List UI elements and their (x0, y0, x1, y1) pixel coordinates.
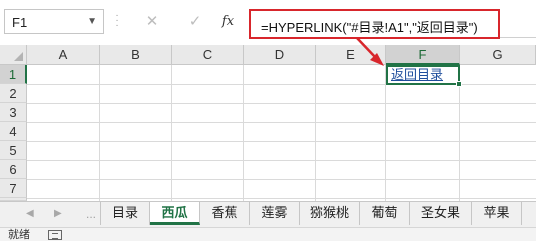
status-bar: 就绪 (0, 227, 536, 241)
sheet-tab-index[interactable]: 目录 (100, 202, 150, 225)
name-box[interactable]: F1 ▼ (4, 9, 104, 34)
drag-handle-icon[interactable]: · · · (113, 11, 121, 31)
gridline (99, 65, 100, 201)
status-text: 就绪 (8, 229, 30, 241)
gridline (27, 122, 536, 123)
sheet-tab-bar: ◀ ▶ ... 目录 西瓜 香蕉 莲雾 猕猴桃 葡萄 圣女果 苹果 (0, 201, 536, 227)
sheet-tab-grape[interactable]: 葡萄 (360, 202, 410, 225)
scroll-tabs-right-icon[interactable]: ▶ (54, 208, 62, 219)
name-box-value: F1 (12, 15, 28, 30)
more-tabs-icon[interactable]: ... (86, 207, 96, 221)
gridline (315, 65, 316, 201)
column-header-a[interactable]: A (27, 45, 100, 65)
scroll-tabs-left-icon[interactable]: ◀ (26, 208, 34, 219)
hyperlink-back-to-index[interactable]: 返回目录 (391, 67, 443, 83)
column-header-b[interactable]: B (100, 45, 172, 65)
chevron-down-icon[interactable]: ▼ (87, 16, 97, 27)
gridline (171, 65, 172, 201)
column-header-g[interactable]: G (460, 45, 536, 65)
insert-function-icon[interactable]: fx (215, 9, 241, 34)
gridline (27, 103, 536, 104)
gridline (385, 65, 386, 201)
row-header-7[interactable]: 7 (0, 179, 27, 198)
row-header-2[interactable]: 2 (0, 84, 27, 103)
row-header-3[interactable]: 3 (0, 103, 27, 122)
select-all-triangle-icon (14, 52, 23, 61)
enter-icon[interactable]: ✓ (182, 9, 208, 34)
column-header-d[interactable]: D (244, 45, 316, 65)
formula-text: =HYPERLINK("#目录!A1","返回目录") (261, 20, 478, 35)
gridline (27, 141, 536, 142)
row-header-1[interactable]: 1 (0, 65, 27, 84)
gridline (243, 65, 244, 201)
spreadsheet-grid: A B C D E F G 1 2 3 4 5 6 7 返回目录 (0, 45, 536, 201)
macro-recording-icon[interactable] (48, 230, 62, 240)
fill-handle[interactable] (456, 81, 462, 87)
column-header-f[interactable]: F (386, 45, 460, 65)
sheet-tab-apple[interactable]: 苹果 (472, 202, 522, 225)
formula-input[interactable]: =HYPERLINK("#目录!A1","返回目录") (249, 9, 500, 39)
cell-f1[interactable]: 返回目录 (386, 65, 462, 87)
gridline (27, 160, 536, 161)
column-header-e[interactable]: E (316, 45, 386, 65)
sheet-tab-cherry-tomato[interactable]: 圣女果 (410, 202, 472, 225)
gridline (27, 198, 536, 199)
formula-bar-divider (500, 37, 536, 38)
select-all-button[interactable] (0, 45, 27, 65)
column-header-c[interactable]: C (172, 45, 244, 65)
row-header-4[interactable]: 4 (0, 122, 27, 141)
gridline (27, 179, 536, 180)
cancel-icon[interactable]: ✕ (139, 9, 165, 34)
formula-bar-area: F1 ▼ · · · ✕ ✓ fx =HYPERLINK("#目录!A1","返回目… (0, 0, 536, 44)
row-header-5[interactable]: 5 (0, 141, 27, 160)
sheet-tab-kiwi[interactable]: 猕猴桃 (300, 202, 360, 225)
row-header-6[interactable]: 6 (0, 160, 27, 179)
sheet-tab-wax-apple[interactable]: 莲雾 (250, 202, 300, 225)
sheet-tab-banana[interactable]: 香蕉 (200, 202, 250, 225)
sheet-tab-watermelon[interactable]: 西瓜 (150, 202, 200, 225)
